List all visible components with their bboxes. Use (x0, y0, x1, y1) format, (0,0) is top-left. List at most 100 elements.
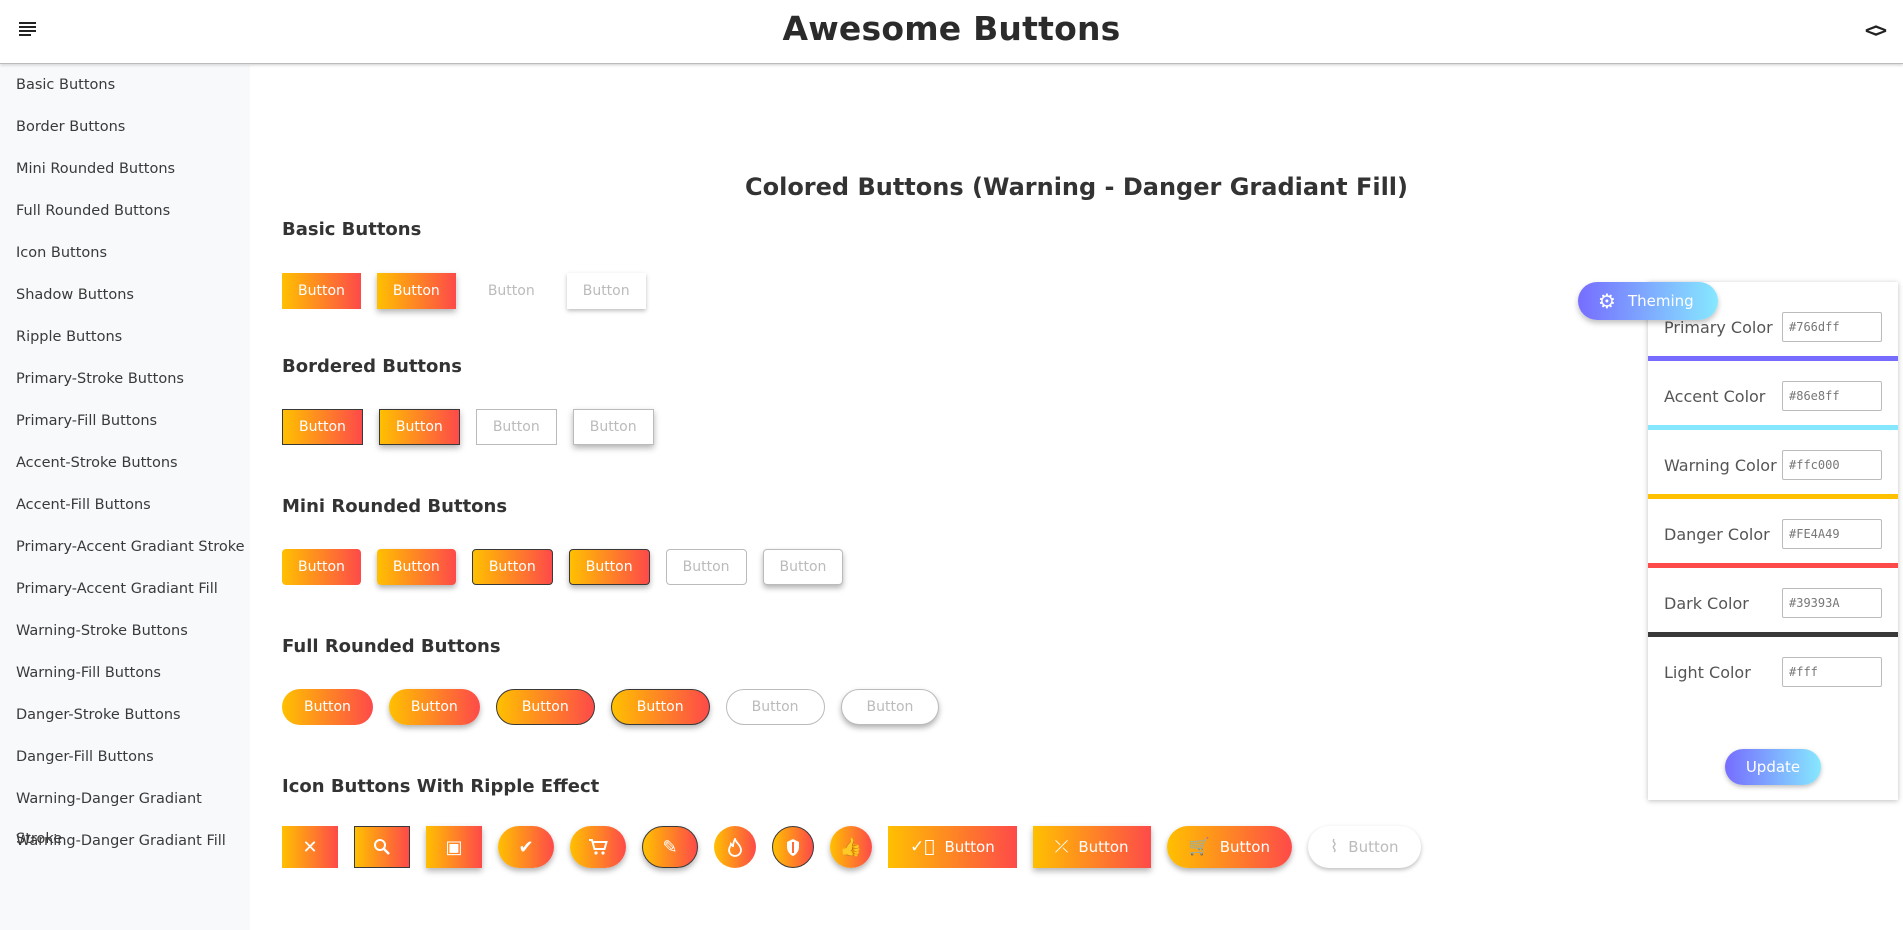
fire-icon (728, 837, 742, 857)
sidebar-item-danger-fill-buttons[interactable]: Danger-Fill Buttons (0, 737, 250, 779)
theming-panel: Update Primary Color Accent Color Warning … (1648, 282, 1898, 800)
thumbs-up-icon-button[interactable]: 👍 (830, 826, 872, 868)
sidebar-item-full-rounded-buttons[interactable]: Full Rounded Buttons (0, 191, 250, 233)
full-rounded-buttons-row: Button Button Button Button Button Butto… (282, 689, 955, 725)
icon-buttons-row: ✕ ▣ ✔ ✎ 👍 ✓⃝ Button ⤫ Button 🛒 Button ⌇ Butt… (282, 826, 1437, 868)
basic-light-button[interactable]: Button (566, 273, 646, 309)
shield-icon-button[interactable] (772, 826, 814, 868)
pencil-icon-button[interactable]: ✎ (642, 826, 698, 868)
sidebar: Basic Buttons Border Buttons Mini Rounded … (0, 65, 250, 930)
cart-icon (589, 839, 608, 855)
color-input[interactable] (1782, 312, 1882, 342)
sidebar-item-accent-stroke-buttons[interactable]: Accent-Stroke Buttons (0, 443, 250, 485)
color-label: Dark Color (1664, 594, 1749, 613)
double-check-icon: ✔ (518, 836, 534, 858)
shield-icon (787, 838, 799, 856)
bordered-shadow-button[interactable]: Button (378, 409, 460, 445)
wifi-off-text-button[interactable]: ⌇ Button (1307, 826, 1421, 868)
full-rounded-bordered-shadow-button[interactable]: Button (610, 689, 710, 725)
color-label: Warning Color (1664, 456, 1777, 475)
button-label: Button (1078, 838, 1129, 856)
mini-rounded-shadow-button[interactable]: Button (376, 549, 456, 585)
sidebar-item-primary-stroke-buttons[interactable]: Primary-Stroke Buttons (0, 359, 250, 401)
basic-button[interactable]: Button (282, 273, 361, 309)
sidebar-item-danger-stroke-buttons[interactable]: Danger-Stroke Buttons (0, 695, 250, 737)
full-rounded-light-shadow-button[interactable]: Button (840, 689, 940, 725)
wifi-off-icon: ⌇ (1329, 837, 1339, 857)
check-circle-text-button[interactable]: ✓⃝ Button (888, 826, 1017, 868)
mini-rounded-button[interactable]: Button (282, 549, 361, 585)
bordered-buttons-title: Bordered Buttons (282, 356, 462, 377)
sidebar-item-warning-danger-gradiant-fill[interactable]: Warning-Danger Gradiant Fill (0, 821, 250, 863)
pencil-icon: ✎ (662, 836, 678, 858)
call-missed-icon: ⤫ (1054, 837, 1069, 857)
sidebar-item-accent-fill-buttons[interactable]: Accent-Fill Buttons (0, 485, 250, 527)
call-missed-text-button[interactable]: ⤫ Button (1032, 826, 1151, 868)
full-rounded-bordered-button[interactable]: Button (495, 689, 595, 725)
basic-flat-button[interactable]: Button (472, 273, 551, 309)
cart-icon-button[interactable] (570, 826, 626, 868)
sidebar-item-warning-danger-gradiant-stroke[interactable]: Warning-Danger Gradiant Stroke (0, 779, 250, 847)
full-rounded-light-button[interactable]: Button (725, 689, 825, 725)
color-label: Primary Color (1664, 318, 1773, 337)
double-check-icon-button[interactable]: ✔ (498, 826, 554, 868)
bordered-buttons-row: Button Button Button Button (282, 409, 670, 445)
section-heading: Colored Buttons (Warning - Danger Gradia… (744, 173, 1408, 201)
top-bar: Awesome Buttons <> (0, 0, 1903, 64)
button-label: Button (944, 838, 995, 856)
search-icon-button[interactable] (354, 826, 410, 868)
button-label: Button (1348, 838, 1399, 856)
color-row: Accent Color (1648, 365, 1898, 430)
color-input[interactable] (1782, 381, 1882, 411)
bordered-button[interactable]: Button (282, 409, 363, 445)
sidebar-item-icon-buttons[interactable]: Icon Buttons (0, 233, 250, 275)
check-circle-icon: ✓⃝ (910, 837, 935, 857)
sidebar-item-warning-fill-buttons[interactable]: Warning-Fill Buttons (0, 653, 250, 695)
search-icon (374, 839, 390, 855)
update-button[interactable]: Update (1725, 749, 1821, 785)
page-title: Awesome Buttons (782, 9, 1121, 48)
color-label: Accent Color (1664, 387, 1766, 406)
mini-rounded-buttons-row: Button Button Button Button Button Butto… (282, 549, 859, 585)
basic-shadow-button[interactable]: Button (376, 273, 456, 309)
basic-buttons-row: Button Button Button Button (282, 273, 662, 309)
sidebar-item-mini-rounded-buttons[interactable]: Mini Rounded Buttons (0, 149, 250, 191)
sidebar-item-warning-stroke-buttons[interactable]: Warning-Stroke Buttons (0, 611, 250, 653)
basic-buttons-title: Basic Buttons (282, 219, 422, 240)
fire-icon-button[interactable] (714, 826, 756, 868)
color-input[interactable] (1782, 450, 1882, 480)
sidebar-item-primary-fill-buttons[interactable]: Primary-Fill Buttons (0, 401, 250, 443)
mini-rounded-bordered-button[interactable]: Button (471, 549, 553, 585)
cutlery-icon: ✕ (302, 836, 318, 858)
mini-rounded-light-button[interactable]: Button (665, 549, 747, 585)
color-input[interactable] (1782, 519, 1882, 549)
button-label: Button (1219, 838, 1270, 856)
code-icon[interactable]: <> (1865, 18, 1887, 42)
mini-rounded-buttons-title: Mini Rounded Buttons (282, 496, 508, 517)
sidebar-item-primary-accent-gradiant-stroke[interactable]: Primary-Accent Gradiant Stroke (0, 527, 250, 569)
color-input[interactable] (1782, 657, 1882, 687)
color-label: Light Color (1664, 663, 1751, 682)
add-photo-icon-button[interactable]: ▣ (426, 826, 482, 868)
color-row: Danger Color (1648, 503, 1898, 568)
color-row: Light Color (1648, 641, 1898, 706)
add-cart-text-button[interactable]: 🛒 Button (1166, 826, 1292, 868)
theming-toggle-button[interactable]: ⚙ Theming (1578, 282, 1718, 320)
theming-label: Theming (1627, 292, 1694, 310)
sidebar-item-primary-accent-gradiant-fill[interactable]: Primary-Accent Gradiant Fill (0, 569, 250, 611)
mini-rounded-bordered-shadow-button[interactable]: Button (568, 549, 650, 585)
sidebar-item-basic-buttons[interactable]: Basic Buttons (0, 65, 250, 107)
color-input[interactable] (1782, 588, 1882, 618)
sidebar-item-ripple-buttons[interactable]: Ripple Buttons (0, 317, 250, 359)
bordered-light-shadow-button[interactable]: Button (572, 409, 654, 445)
bordered-light-button[interactable]: Button (475, 409, 557, 445)
color-swatch-bar (1648, 632, 1898, 637)
full-rounded-button[interactable]: Button (282, 689, 373, 725)
add-cart-icon: 🛒 (1188, 837, 1210, 857)
mini-rounded-light-shadow-button[interactable]: Button (762, 549, 844, 585)
color-label: Danger Color (1664, 525, 1770, 544)
full-rounded-shadow-button[interactable]: Button (388, 689, 480, 725)
sidebar-item-border-buttons[interactable]: Border Buttons (0, 107, 250, 149)
cutlery-icon-button[interactable]: ✕ (282, 826, 338, 868)
sidebar-item-shadow-buttons[interactable]: Shadow Buttons (0, 275, 250, 317)
